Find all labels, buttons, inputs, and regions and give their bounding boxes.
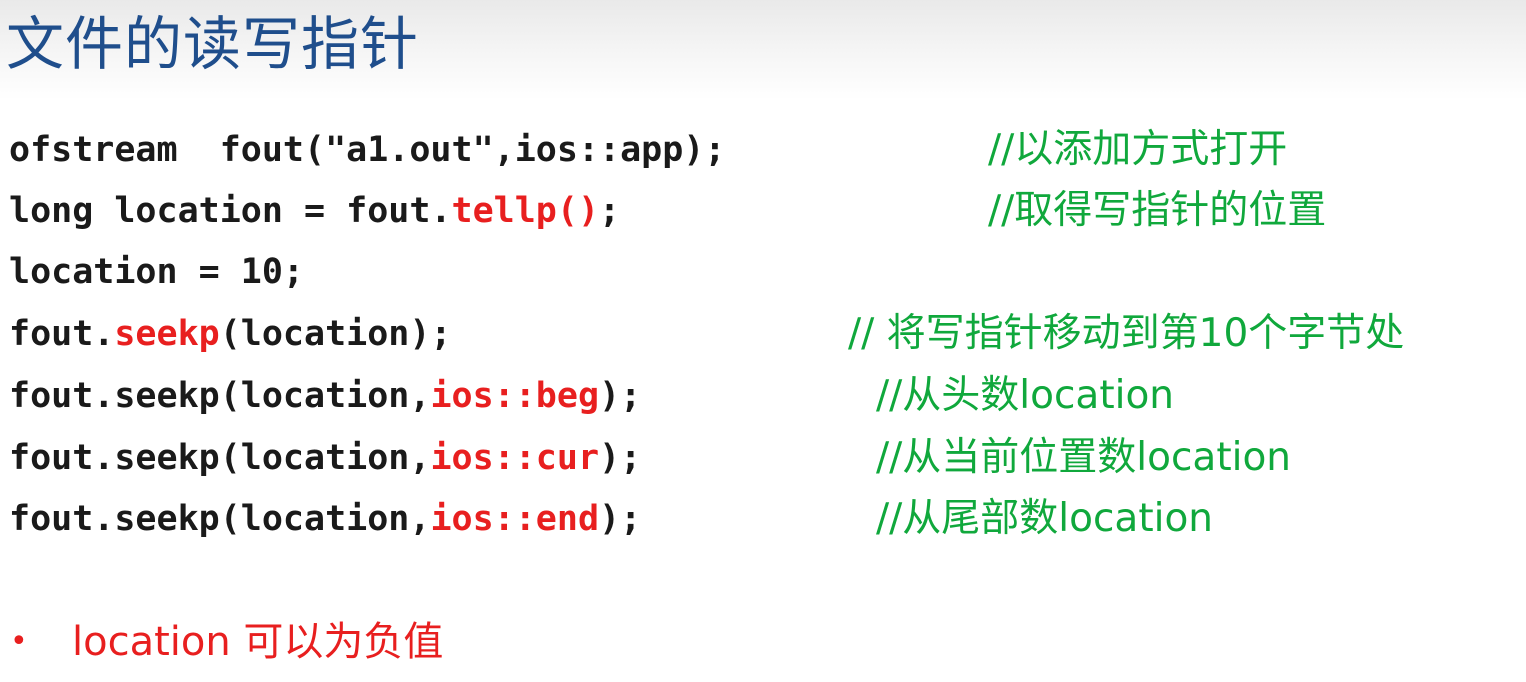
comment-line-7: //从尾部数location xyxy=(876,496,1214,541)
code-line-2: long location = fout.tellp(); xyxy=(9,183,620,239)
comment-line-6: //从当前位置数location xyxy=(876,435,1292,480)
code-highlight: ios::end xyxy=(430,499,600,539)
code-text: ); xyxy=(599,376,642,416)
comment-line-2: //取得写指针的位置 xyxy=(988,188,1327,233)
code-text: ); xyxy=(599,438,642,478)
code-line-1: ofstream fout("a1.out",ios::app); xyxy=(9,130,726,170)
comment-line-1: //以添加方式打开 xyxy=(988,127,1288,172)
slide-title: 文件的读写指针 xyxy=(6,10,420,78)
code-line-5: fout.seekp(location,ios::beg); xyxy=(9,368,641,424)
code-text: ); xyxy=(599,499,642,539)
code-line-6: fout.seekp(location,ios::cur); xyxy=(9,430,641,486)
bullet-text: location 可以为负值 xyxy=(72,619,444,665)
code-highlight: tellp() xyxy=(451,191,600,231)
code-line-7: fout.seekp(location,ios::end); xyxy=(9,491,641,547)
comment-line-5: //从头数location xyxy=(876,373,1175,418)
bullet-dot-icon: • xyxy=(10,624,28,659)
code-text: fout. xyxy=(9,314,115,354)
code-text: (location); xyxy=(219,314,452,354)
code-highlight: ios::cur xyxy=(430,438,600,478)
code-line-3: location = 10; xyxy=(9,252,305,292)
code-highlight: ios::beg xyxy=(430,376,600,416)
code-line-4: fout.seekp(location); xyxy=(9,306,452,362)
code-text: fout.seekp(location, xyxy=(9,499,431,539)
code-text: fout.seekp(location, xyxy=(9,376,431,416)
code-text: fout.seekp(location, xyxy=(9,438,431,478)
code-highlight: seekp xyxy=(114,314,220,354)
code-text: ; xyxy=(599,191,621,231)
code-text: long location = fout. xyxy=(9,191,452,231)
comment-line-4: // 将写指针移动到第10个字节处 xyxy=(848,311,1405,356)
